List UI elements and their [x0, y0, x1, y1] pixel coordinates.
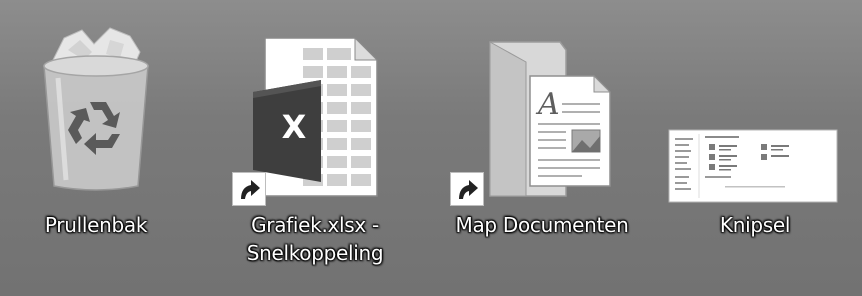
desktop-icon-prullenbak[interactable]: Prullenbak [22, 0, 170, 296]
shortcut-arrow-icon [450, 172, 484, 206]
desktop-icon-label: Prullenbak [44, 213, 148, 237]
desktop-icon-label: Knipsel [719, 213, 791, 237]
desktop-icon-label-line2: Snelkoppeling [246, 241, 384, 265]
desktop-icon-label: Map Documenten [455, 213, 629, 237]
desktop-icon-map-documenten[interactable]: A Map Documenten [442, 0, 642, 296]
desktop-icon-label: Grafiek.xlsx - [251, 213, 379, 237]
shortcut-arrow-icon [232, 172, 266, 206]
excel-badge-letter: X [281, 108, 307, 146]
desktop: Prullenbak X Grafiek.xlsx - Snelkoppelin… [0, 0, 862, 296]
desktop-icon-knipsel[interactable]: Knipsel [665, 0, 845, 296]
desktop-icon-grafiek-xlsx[interactable]: X Grafiek.xlsx - Snelkoppeling [225, 0, 405, 296]
screenshot-thumbnail-icon [668, 129, 838, 203]
svg-text:A: A [535, 87, 560, 122]
recycle-bin-icon [43, 27, 149, 191]
